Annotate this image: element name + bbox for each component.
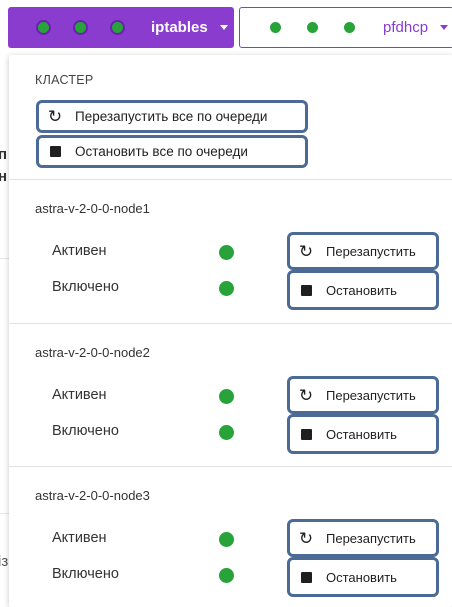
status-dot-icon — [36, 20, 51, 35]
stop-all-button[interactable]: Остановить все по очереди — [36, 135, 308, 168]
service-tab-pfdhcp[interactable]: pfdhcp — [239, 7, 452, 48]
status-dot-icon — [73, 20, 88, 35]
service-name: pfdhcp — [383, 19, 429, 36]
restart-all-label: Перезапустить все по очереди — [75, 109, 268, 124]
status-dot-icon — [268, 20, 283, 35]
restart-all-button[interactable]: ↻ Перезапустить все по очереди — [36, 100, 308, 133]
stop-node-label: Остановить — [326, 426, 397, 442]
status-active-label: Активен — [52, 530, 107, 546]
status-dot-icon — [342, 20, 357, 35]
node-title: astra-v-2-0-0-node1 — [35, 201, 150, 216]
status-dot-icon — [110, 20, 125, 35]
status-dot-icon — [219, 532, 234, 547]
background-text-fragment: із — [0, 553, 9, 570]
status-active-label: Активен — [52, 387, 107, 403]
stop-node-label: Остановить — [326, 282, 397, 298]
service-actions-dropdown: КЛАСТЕР ↻ Перезапустить все по очереди О… — [9, 55, 452, 607]
node-title: astra-v-2-0-0-node3 — [35, 488, 150, 503]
stop-node-label: Остановить — [326, 569, 397, 585]
cluster-heading: КЛАСТЕР — [35, 73, 94, 87]
restart-icon: ↻ — [298, 528, 314, 548]
chevron-down-icon — [440, 25, 449, 30]
status-enabled-label: Включено — [52, 423, 119, 439]
node-title: astra-v-2-0-0-node2 — [35, 345, 150, 360]
stop-node-button[interactable]: Остановить — [287, 557, 439, 597]
restart-node-button[interactable]: ↻ Перезапустить — [287, 376, 439, 414]
status-dot-icon — [219, 389, 234, 404]
restart-icon: ↻ — [47, 107, 63, 126]
restart-icon: ↻ — [298, 385, 314, 405]
restart-node-label: Перезапустить — [326, 530, 416, 546]
service-name: iptables — [151, 19, 208, 36]
background-text-fragment: н — [0, 168, 8, 185]
stop-icon — [296, 571, 316, 583]
stop-all-label: Остановить все по очереди — [75, 144, 248, 159]
status-enabled-label: Включено — [52, 566, 119, 582]
stop-node-button[interactable]: Остановить — [287, 270, 439, 310]
status-enabled-label: Включено — [52, 279, 119, 295]
status-active-label: Активен — [52, 243, 107, 259]
stop-icon — [45, 146, 65, 157]
stop-icon — [296, 284, 316, 296]
status-dot-icon — [219, 245, 234, 260]
restart-node-label: Перезапустить — [326, 387, 416, 403]
status-dot-icon — [219, 568, 234, 583]
status-dot-icon — [219, 425, 234, 440]
stop-icon — [296, 428, 316, 440]
restart-icon: ↻ — [298, 241, 314, 261]
restart-node-button[interactable]: ↻ Перезапустить — [287, 519, 439, 557]
stop-node-button[interactable]: Остановить — [287, 414, 439, 454]
status-dot-icon — [219, 281, 234, 296]
restart-node-button[interactable]: ↻ Перезапустить — [287, 232, 439, 270]
section-divider — [9, 179, 452, 180]
service-tab-iptables[interactable]: iptables — [8, 7, 234, 48]
section-divider — [9, 323, 452, 324]
restart-node-label: Перезапустить — [326, 243, 416, 259]
chevron-down-icon — [219, 25, 228, 30]
status-dot-icon — [305, 20, 320, 35]
section-divider — [9, 466, 452, 467]
background-text-fragment: п — [0, 146, 8, 163]
